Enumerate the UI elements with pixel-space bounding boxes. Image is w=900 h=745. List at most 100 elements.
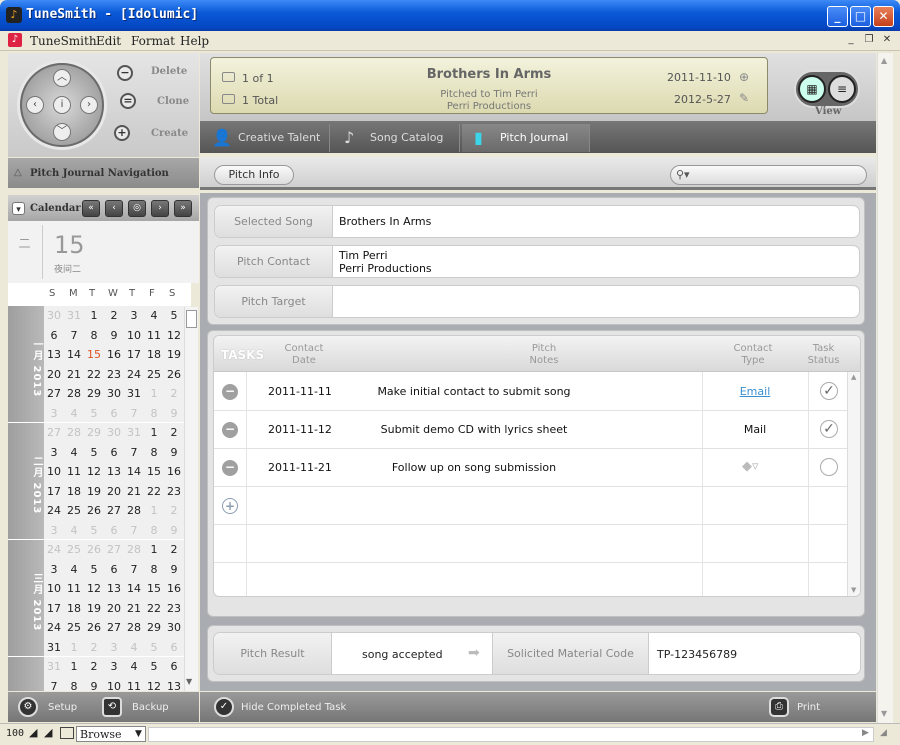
calendar-day[interactable]: 27 — [104, 543, 124, 556]
calendar-day[interactable]: 3 — [104, 660, 124, 673]
task-row[interactable]: − 2011-11-11 Make initial contact to sub… — [214, 373, 847, 411]
setup-button[interactable]: Setup — [48, 702, 77, 713]
calendar-day[interactable]: 13 — [104, 582, 124, 595]
calendar-day[interactable]: 24 — [44, 504, 64, 517]
calendar-day[interactable]: 2 — [164, 387, 184, 400]
calendar-day[interactable]: 23 — [164, 485, 184, 498]
task-row-new[interactable]: + — [214, 487, 847, 525]
maximize-button[interactable]: □ — [850, 6, 871, 27]
doc-minimize-icon[interactable]: _ — [844, 33, 858, 47]
calendar-day[interactable]: 4 — [64, 524, 84, 537]
calendar-day[interactable]: 10 — [44, 582, 64, 595]
calendar-day[interactable]: 3 — [44, 407, 64, 420]
calendar-day[interactable]: 26 — [84, 504, 104, 517]
calendar-day[interactable]: 17 — [44, 485, 64, 498]
calendar-day[interactable]: 27 — [44, 387, 64, 400]
tab-creative-talent[interactable]: 👤 Creative Talent — [200, 124, 330, 152]
calendar-day[interactable]: 4 — [64, 407, 84, 420]
calendar-day[interactable]: 8 — [84, 329, 104, 342]
calendar-day[interactable]: 8 — [144, 446, 164, 459]
calendar-day[interactable]: 22 — [84, 368, 104, 381]
clone-button[interactable]: Clone — [157, 96, 189, 107]
calendar-day[interactable]: 28 — [124, 543, 144, 556]
calendar-day[interactable]: 31 — [44, 660, 64, 673]
calendar-day[interactable]: 13 — [104, 465, 124, 478]
minimize-button[interactable]: _ — [827, 6, 848, 27]
calendar-day[interactable]: 6 — [164, 641, 184, 654]
calendar-day[interactable]: 3 — [44, 524, 64, 537]
calendar-day[interactable]: 22 — [144, 602, 164, 615]
calendar-day[interactable]: 3 — [104, 641, 124, 654]
calendar-day[interactable]: 8 — [144, 407, 164, 420]
calendar-day[interactable]: 21 — [64, 368, 84, 381]
calendar-day[interactable]: 3 — [124, 309, 144, 322]
add-task-icon[interactable]: + — [222, 498, 238, 514]
calendar-day[interactable]: 31 — [44, 641, 64, 654]
calendar-day[interactable]: 15 — [144, 582, 164, 595]
backup-button[interactable]: Backup — [132, 702, 169, 713]
calendar-day[interactable]: 17 — [124, 348, 144, 361]
calendar-day[interactable]: 10 — [44, 465, 64, 478]
calendar-day[interactable]: 28 — [64, 387, 84, 400]
scroll-down-icon[interactable]: ▼ — [851, 586, 856, 594]
calendar-day[interactable]: 18 — [144, 348, 164, 361]
scroll-down-icon[interactable]: ▼ — [881, 709, 887, 718]
task-done-checkbox[interactable]: ✓ — [820, 382, 838, 400]
calendar-day[interactable]: 6 — [104, 524, 124, 537]
scroll-up-icon[interactable]: ▲ — [851, 373, 856, 381]
title-bar[interactable]: ♪ TuneSmith - [Idolumic] _ □ ✕ — [0, 0, 900, 31]
calendar-day[interactable]: 30 — [44, 309, 64, 322]
previous-month-icon[interactable]: ‹ — [105, 200, 123, 217]
calendar-day[interactable]: 16 — [164, 582, 184, 595]
calendar-day[interactable]: 10 — [124, 329, 144, 342]
calendar-day[interactable]: 24 — [44, 543, 64, 556]
calendar-day[interactable]: 9 — [164, 446, 184, 459]
search-input[interactable]: ⚲▾ — [670, 165, 867, 185]
calendar-day[interactable]: 28 — [64, 426, 84, 439]
calendar-day[interactable]: 16 — [104, 348, 124, 361]
calendar-day[interactable]: 26 — [164, 368, 184, 381]
scroll-thumb[interactable] — [186, 310, 197, 328]
calendar-day[interactable]: 9 — [104, 329, 124, 342]
calendar-day[interactable]: 1 — [64, 660, 84, 673]
calendar-day[interactable]: 8 — [64, 680, 84, 692]
calendar-day[interactable]: 12 — [84, 465, 104, 478]
create-icon[interactable]: + — [114, 125, 130, 141]
calendar-day[interactable]: 18 — [64, 485, 84, 498]
contact-type-link[interactable]: Email — [702, 385, 808, 398]
scroll-right-icon[interactable]: ▶ — [862, 728, 869, 738]
list-view-icon[interactable]: ≡ — [828, 75, 856, 103]
calendar-day[interactable]: 2 — [84, 641, 104, 654]
calendar-day[interactable]: 6 — [44, 329, 64, 342]
calendar-day[interactable]: 1 — [64, 641, 84, 654]
scroll-up-icon[interactable]: ▲ — [881, 56, 887, 65]
calendar-day[interactable]: 11 — [64, 582, 84, 595]
calendar-day[interactable]: 9 — [164, 524, 184, 537]
next-year-icon[interactable]: » — [174, 200, 192, 217]
backup-icon[interactable]: ⟲ — [102, 697, 122, 717]
print-button[interactable]: Print — [797, 702, 820, 713]
calendar-day[interactable]: 8 — [144, 563, 164, 576]
horizontal-scrollbar[interactable]: ▶ — [148, 727, 874, 742]
calendar-day[interactable]: 5 — [84, 446, 104, 459]
arrow-up-icon[interactable]: ︿ — [53, 69, 71, 87]
calendar-day[interactable]: 25 — [144, 368, 164, 381]
calendar-day[interactable]: 12 — [144, 680, 164, 692]
calendar-day[interactable]: 29 — [84, 426, 104, 439]
calendar-day[interactable]: 5 — [84, 563, 104, 576]
calendar-day[interactable]: 21 — [124, 485, 144, 498]
calendar-day[interactable]: 3 — [44, 563, 64, 576]
calendar-day[interactable]: 26 — [84, 543, 104, 556]
remove-task-icon[interactable]: − — [222, 460, 238, 476]
info-icon[interactable]: i — [53, 96, 71, 114]
calendar-day[interactable]: 30 — [104, 387, 124, 400]
calendar-day[interactable]: 13 — [164, 680, 184, 692]
pitch-target-field[interactable]: Pitch Target — [214, 285, 860, 318]
calendar-day[interactable]: 27 — [104, 504, 124, 517]
calendar-day[interactable]: 31 — [124, 426, 144, 439]
calendar-day[interactable]: 30 — [104, 426, 124, 439]
calendar-day[interactable]: 14 — [124, 582, 144, 595]
task-row[interactable]: − 2011-11-12 Submit demo CD with lyrics … — [214, 411, 847, 449]
calendar-day[interactable]: 20 — [44, 368, 64, 381]
remove-task-icon[interactable]: − — [222, 384, 238, 400]
